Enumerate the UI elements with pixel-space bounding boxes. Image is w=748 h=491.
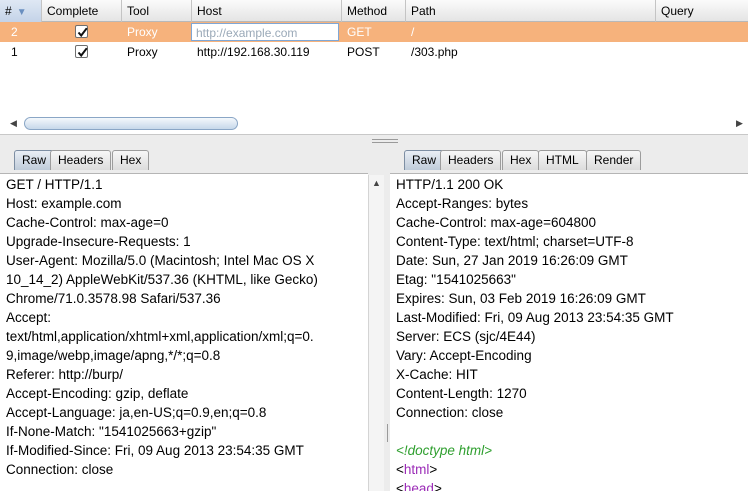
tab-request-hex[interactable]: Hex [112,150,150,170]
column-label: Query [661,4,694,18]
row-method: POST [347,45,380,59]
response-line: Etag: "1541025663" [396,272,516,287]
request-line: text/html,application/xhtml+xml,applicat… [6,329,314,344]
row-tool: Proxy [127,45,158,59]
html-tag: <head> [396,479,442,491]
row-query [656,22,748,42]
request-line: Accept-Language: ja,en-US;q=0.9,en;q=0.8 [6,405,267,420]
horizontal-splitter[interactable] [0,136,748,146]
horizontal-scrollbar[interactable]: ◀ ▶ [8,116,748,132]
request-line: Host: example.com [6,196,122,211]
tab-request-raw[interactable]: Raw [14,150,55,170]
splitter-grip [372,142,398,143]
tab-response-headers[interactable]: Headers [440,150,502,170]
splitter-grip [387,424,388,442]
response-line: Content-Type: text/html; charset=UTF-8 [396,234,634,249]
sort-descending-icon: ▼ [16,7,27,18]
row-host: http://192.168.30.119 [197,45,310,59]
tab-response-hex[interactable]: Hex [502,150,540,170]
response-line: Server: ECS (sjc/4E44) [396,329,536,344]
html-tag-name: html [403,462,430,477]
scroll-up-icon[interactable]: ▲ [372,178,381,188]
tab-request-headers[interactable]: Headers [50,150,112,170]
response-line: Date: Sun, 27 Jan 2019 16:26:09 GMT [396,253,628,268]
column-label: Method [347,4,388,18]
column-header-number[interactable]: # ▼ [0,0,42,22]
column-label: # [5,4,12,18]
response-editor[interactable]: HTTP/1.1 200 OK Accept-Ranges: bytes Cac… [390,173,748,491]
column-label: Tool [127,4,150,18]
scroll-left-icon[interactable]: ◀ [10,118,17,129]
request-line: Accept-Encoding: gzip, deflate [6,386,189,401]
row-tool: Proxy [127,25,158,39]
request-line: Upgrade-Insecure-Requests: 1 [6,234,191,249]
tab-response-html[interactable]: HTML [538,150,587,170]
tab-response-raw[interactable]: Raw [404,150,445,170]
request-editor[interactable]: GET / HTTP/1.1 Host: example.com Cache-C… [0,173,368,491]
response-line: Expires: Sun, 03 Feb 2019 16:26:09 GMT [396,291,646,306]
table-row[interactable]: 1 Proxy http://192.168.30.119 POST /303.… [0,42,748,62]
row-number: 2 [11,25,18,39]
request-line: If-None-Match: "1541025663+gzip" [6,424,217,439]
request-tabs: Raw Headers Hex [14,148,374,170]
request-line: Referer: http://burp/ [6,367,124,382]
response-line: Content-Length: 1270 [396,386,527,401]
row-path: / [411,25,415,39]
request-vertical-scrollbar[interactable]: ▲ [368,175,384,491]
response-line: Last-Modified: Fri, 09 Aug 2013 23:54:35… [396,310,674,325]
request-line: 10_14_2) AppleWebKit/537.36 (KHTML, like… [6,272,318,287]
html-doctype: <!doctype html> [396,443,493,458]
response-tabs: Raw Headers Hex HTML Render [404,148,744,170]
request-line: User-Agent: Mozilla/5.0 (Macintosh; Inte… [6,253,315,268]
column-header-query[interactable]: Query [656,0,748,22]
request-line: Accept: [6,310,52,325]
row-query [656,42,748,62]
table-row[interactable]: 2 Proxy http://example.com GET / [0,22,748,42]
html-tag: <html> [396,462,438,477]
request-line: Chrome/71.0.3578.98 Safari/537.36 [6,291,221,306]
request-line: 9,image/webp,image/apng,*/*;q=0.8 [6,348,221,363]
request-line: GET / HTTP/1.1 [6,177,103,192]
row-method: GET [347,25,372,39]
splitter-grip [372,139,398,140]
response-line: HTTP/1.1 200 OK [396,177,504,192]
request-line: Cache-Control: max-age=0 [6,215,169,230]
request-line: Connection: close [6,462,114,477]
response-line: X-Cache: HIT [396,367,478,382]
column-label: Path [411,4,436,18]
tab-response-render[interactable]: Render [586,150,642,170]
row-path: /303.php [411,45,458,59]
row-number: 1 [11,45,18,59]
column-header-tool[interactable]: Tool [122,0,192,22]
host-cell-editor[interactable]: http://example.com [191,23,339,41]
response-line: Cache-Control: max-age=604800 [396,215,596,230]
complete-checkbox[interactable] [75,45,88,58]
column-header-host[interactable]: Host [192,0,342,22]
proxy-history-table: # ▼ Complete Tool Host Method Path Query … [0,0,748,135]
column-label: Host [197,4,222,18]
response-line: Accept-Ranges: bytes [396,196,529,211]
checkmark-icon [77,27,88,38]
scroll-right-icon[interactable]: ▶ [736,118,743,129]
table-header: # ▼ Complete Tool Host Method Path Query [0,0,748,22]
column-header-complete[interactable]: Complete [42,0,122,22]
response-line: Vary: Accept-Encoding [396,348,532,363]
scroll-thumb[interactable] [24,117,238,130]
response-line: Connection: close [396,405,504,420]
complete-checkbox[interactable] [75,25,88,38]
html-tag-name: head [403,481,434,491]
column-header-method[interactable]: Method [342,0,406,22]
column-label: Complete [47,4,99,18]
request-line: If-Modified-Since: Fri, 09 Aug 2013 23:5… [6,443,304,458]
checkmark-icon [77,47,88,58]
column-header-path[interactable]: Path [406,0,656,22]
